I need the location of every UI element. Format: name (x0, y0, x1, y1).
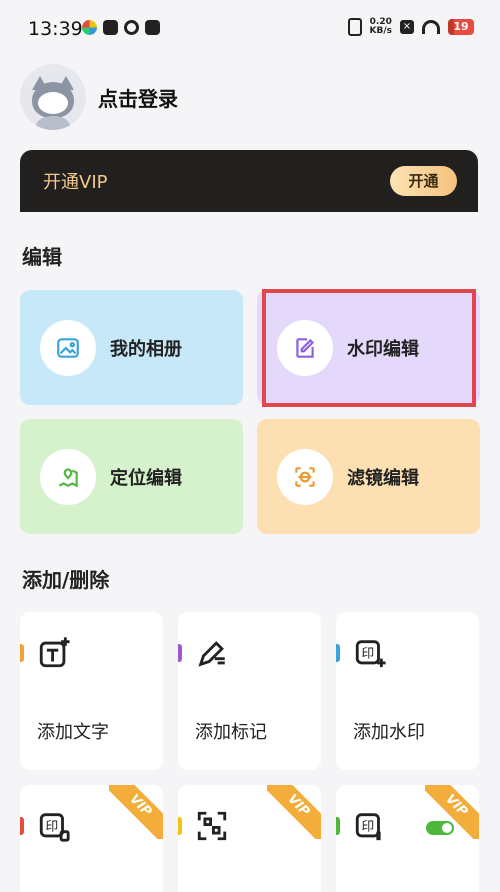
add-text-icon (39, 637, 70, 668)
wifi-icon (422, 20, 440, 34)
tiktok-icon (103, 20, 118, 35)
vip-tool-tile-3[interactable]: 印 VIP (336, 785, 479, 892)
battery-icon: 19 (448, 19, 474, 35)
map-pin-icon (40, 448, 96, 505)
delete-watermark-icon: 印 (39, 813, 70, 842)
scan-face-icon (277, 448, 333, 505)
vip-badge: VIP (267, 785, 321, 839)
notification-icons (82, 20, 160, 35)
tile-accent (336, 817, 340, 835)
tile-accent (20, 644, 24, 662)
tile-accent (20, 817, 24, 835)
section-title-edit: 编辑 (22, 245, 62, 269)
add-watermark-icon: 印 (355, 640, 386, 668)
selection-highlight (262, 289, 476, 407)
my-album-label: 我的相册 (110, 338, 182, 360)
watermark-toggle-icon: 印 (355, 813, 381, 841)
login-text[interactable]: 点击登录 (98, 83, 178, 112)
add-mark-label: 添加标记 (195, 722, 267, 743)
svg-text:印: 印 (46, 819, 59, 834)
vibrate-icon (347, 18, 362, 36)
image-icon (40, 319, 96, 376)
avatar[interactable] (20, 64, 86, 130)
add-mark-icon (198, 641, 225, 667)
filter-edit-card[interactable]: 滤镜编辑 (257, 419, 480, 534)
no-sim-icon: × (400, 20, 414, 34)
add-mark-tile[interactable]: 添加标记 (178, 612, 321, 770)
net-speed: 0.20 KB/s (369, 17, 392, 36)
tile-accent (336, 644, 340, 662)
svg-text:印: 印 (362, 646, 375, 661)
sync-icon (124, 20, 139, 35)
tile-accent (178, 644, 182, 662)
svg-text:印: 印 (362, 819, 375, 834)
vip-text: 开通VIP (43, 172, 108, 193)
vip-badge: VIP (109, 785, 163, 839)
app-notification-icon (82, 20, 97, 35)
add-text-tile[interactable]: 添加文字 (20, 612, 163, 770)
qr-code-icon (197, 811, 227, 841)
add-watermark-tile[interactable]: 印 添加水印 (336, 612, 479, 770)
status-bar: 13:39 0.20 KB/s × 19 (0, 0, 500, 60)
filter-edit-label: 滤镜编辑 (347, 467, 419, 489)
section-title-add-delete: 添加/删除 (22, 568, 110, 592)
vip-badge: VIP (425, 785, 479, 839)
location-edit-label: 定位编辑 (110, 467, 182, 489)
add-watermark-label: 添加水印 (353, 722, 425, 743)
message-icon (145, 20, 160, 35)
my-album-card[interactable]: 我的相册 (20, 290, 243, 405)
vip-banner[interactable]: 开通VIP 开通 (20, 150, 478, 212)
profile-login[interactable]: 点击登录 (20, 64, 178, 130)
status-time: 13:39 (28, 18, 83, 40)
tile-accent (178, 817, 182, 835)
vip-tool-tile-1[interactable]: 印 VIP (20, 785, 163, 892)
open-vip-button[interactable]: 开通 (390, 166, 457, 196)
add-text-label: 添加文字 (37, 722, 109, 743)
vip-tool-tile-2[interactable]: VIP (178, 785, 321, 892)
location-edit-card[interactable]: 定位编辑 (20, 419, 243, 534)
status-right: 0.20 KB/s × 19 (347, 17, 474, 36)
